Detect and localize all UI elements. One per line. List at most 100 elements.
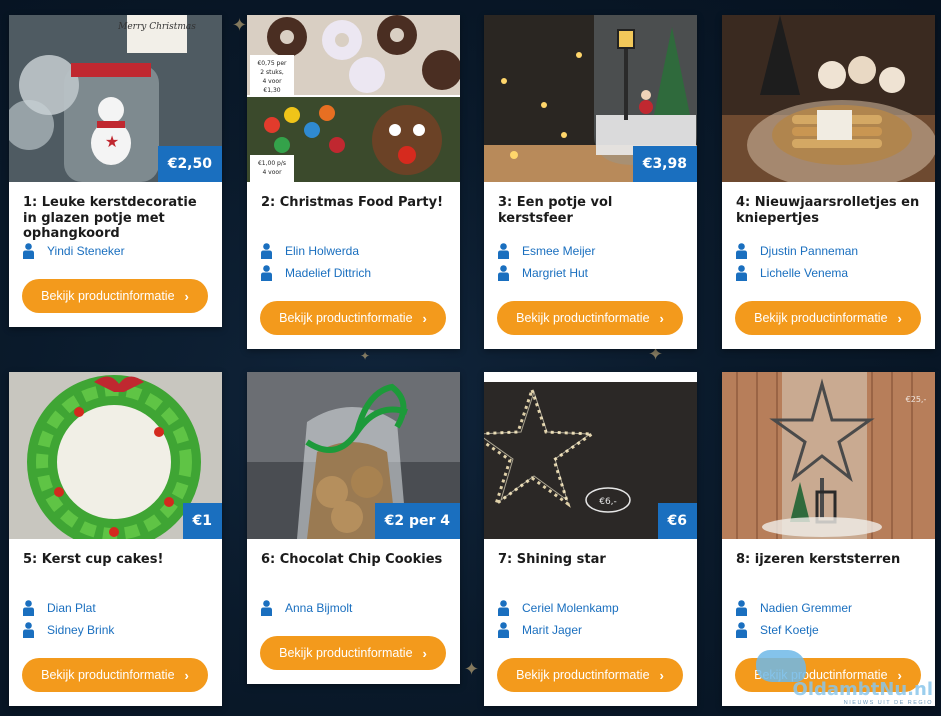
makers-list: Esmee Meijer Margriet Hut xyxy=(484,240,697,284)
price-badge: €1 xyxy=(182,503,222,539)
chevron-right-icon: › xyxy=(184,667,189,683)
product-title: 7: Shining star xyxy=(498,552,606,567)
maker-item: Margriet Hut xyxy=(498,262,697,284)
product-photo[interactable]: €1 xyxy=(9,372,222,539)
maker-item: Stef Koetje xyxy=(736,619,935,641)
product-card: €6,- €6 7: Shining star Ceriel Molenkamp… xyxy=(484,372,697,706)
chevron-right-icon: › xyxy=(659,667,664,683)
price-badge: €2,50 xyxy=(157,146,222,182)
product-photo[interactable]: €25,- xyxy=(722,372,935,539)
maker-name: Yindi Steneker xyxy=(47,244,125,258)
product-card: €2 per 4 6: Chocolat Chip Cookies Anna B… xyxy=(247,372,460,684)
product-title: 1: Leuke kerstdecoratie in glazen potje … xyxy=(23,195,197,241)
chevron-right-icon: › xyxy=(897,310,902,326)
user-icon xyxy=(498,600,509,616)
user-icon xyxy=(736,600,747,616)
new-year-rolls-photo xyxy=(722,15,935,182)
svg-text:2 stuks,: 2 stuks, xyxy=(260,69,284,76)
svg-text:Merry Christmas: Merry Christmas xyxy=(117,22,196,32)
product-title: 3: Een potje vol kerstsfeer xyxy=(498,195,613,226)
maker-name: Esmee Meijer xyxy=(522,244,596,258)
price-badge: €6 xyxy=(657,503,697,539)
maker-item: Yindi Steneker xyxy=(23,240,222,262)
product-title: 8: ijzeren kerststerren xyxy=(736,552,901,567)
product-photo[interactable]: €3,98 xyxy=(484,15,697,182)
product-photo[interactable] xyxy=(722,15,935,182)
maker-name: Margriet Hut xyxy=(522,266,589,280)
product-photo[interactable]: €0,75 per 2 stuks, 4 voor €1,30 €1,00 p/… xyxy=(247,15,460,182)
food-party-photo: €0,75 per 2 stuks, 4 voor €1,30 €1,00 p/… xyxy=(247,15,460,182)
user-icon xyxy=(261,243,272,259)
maker-name: Anna Bijmolt xyxy=(285,601,353,615)
user-icon xyxy=(736,622,747,638)
product-title: 4: Nieuwjaarsrolletjes en kniepertjes xyxy=(736,195,920,226)
svg-text:€0,75 per: €0,75 per xyxy=(257,60,287,67)
sparkle-decoration: ✦ xyxy=(232,15,248,35)
chevron-right-icon: › xyxy=(422,645,427,661)
maker-item: Ceriel Molenkamp xyxy=(498,597,697,619)
maker-name: Lichelle Venema xyxy=(760,266,849,280)
maker-name: Dian Plat xyxy=(47,601,96,615)
maker-name: Madelief Dittrich xyxy=(285,266,372,280)
makers-list: Elin Holwerda Madelief Dittrich xyxy=(247,240,460,284)
button-label: Bekijk productinformatie xyxy=(516,668,650,682)
maker-item: Madelief Dittrich xyxy=(261,262,460,284)
makers-list: Dian Plat Sidney Brink xyxy=(9,597,222,641)
button-label: Bekijk productinformatie xyxy=(279,646,413,660)
button-label: Bekijk productinformatie xyxy=(279,311,413,325)
user-icon xyxy=(23,622,34,638)
button-label: Bekijk productinformatie xyxy=(41,289,175,303)
product-photo[interactable]: Merry Christmas ★ €2,50 xyxy=(9,15,222,182)
svg-text:4 voor: 4 voor xyxy=(262,78,282,85)
product-info-button[interactable]: Bekijk productinformatie › xyxy=(260,301,446,335)
svg-text:€25,-: €25,- xyxy=(906,395,927,404)
user-icon xyxy=(736,243,747,259)
maker-name: Djustin Panneman xyxy=(760,244,859,258)
svg-text:€1,00 p/s: €1,00 p/s xyxy=(258,160,286,167)
chevron-right-icon: › xyxy=(659,310,664,326)
product-info-button[interactable]: Bekijk productinformatie › xyxy=(22,279,208,313)
product-photo[interactable]: €6,- €6 xyxy=(484,372,697,539)
maker-item: Esmee Meijer xyxy=(498,240,697,262)
maker-item: Nadien Gremmer xyxy=(736,597,935,619)
svg-text:€6,-: €6,- xyxy=(599,497,617,507)
watermark-blob xyxy=(756,650,806,682)
price-badge: €2 per 4 xyxy=(374,503,460,539)
svg-text:4 voor: 4 voor xyxy=(262,169,282,176)
maker-name: Elin Holwerda xyxy=(285,244,360,258)
makers-list: Ceriel Molenkamp Marit Jager xyxy=(484,597,697,641)
user-icon xyxy=(498,243,509,259)
maker-item: Sidney Brink xyxy=(23,619,222,641)
maker-name: Sidney Brink xyxy=(47,623,115,637)
product-info-button[interactable]: Bekijk productinformatie › xyxy=(497,658,683,692)
maker-item: Dian Plat xyxy=(23,597,222,619)
button-label: Bekijk productinformatie xyxy=(41,668,175,682)
maker-name: Stef Koetje xyxy=(760,623,819,637)
product-title: 5: Kerst cup cakes! xyxy=(23,552,164,567)
maker-item: Elin Holwerda xyxy=(261,240,460,262)
user-icon xyxy=(498,622,509,638)
button-label: Bekijk productinformatie xyxy=(754,311,888,325)
watermark-logo: OldambtNu.nl xyxy=(792,679,933,700)
maker-name: Ceriel Molenkamp xyxy=(522,601,619,615)
product-info-button[interactable]: Bekijk productinformatie › xyxy=(260,636,446,670)
product-info-button[interactable]: Bekijk productinformatie › xyxy=(497,301,683,335)
maker-name: Marit Jager xyxy=(522,623,583,637)
product-info-button[interactable]: Bekijk productinformatie › xyxy=(22,658,208,692)
product-photo[interactable]: €2 per 4 xyxy=(247,372,460,539)
user-icon xyxy=(736,265,747,281)
makers-list: Anna Bijmolt xyxy=(247,597,460,619)
maker-item: Marit Jager xyxy=(498,619,697,641)
product-card: €0,75 per 2 stuks, 4 voor €1,30 €1,00 p/… xyxy=(247,15,460,349)
product-info-button[interactable]: Bekijk productinformatie › xyxy=(735,301,921,335)
user-icon xyxy=(23,243,34,259)
product-card: €1 5: Kerst cup cakes! Dian Plat Sidney … xyxy=(9,372,222,706)
product-title: 6: Chocolat Chip Cookies xyxy=(261,552,443,567)
product-card: 4: Nieuwjaarsrolletjes en kniepertjes Dj… xyxy=(722,15,935,349)
maker-name: Nadien Gremmer xyxy=(760,601,853,615)
chevron-right-icon: › xyxy=(422,310,427,326)
svg-text:★: ★ xyxy=(105,134,119,151)
product-card: Merry Christmas ★ €2,50 1: Leuke kerstde… xyxy=(9,15,222,327)
chevron-right-icon: › xyxy=(184,288,189,304)
user-icon xyxy=(261,600,272,616)
